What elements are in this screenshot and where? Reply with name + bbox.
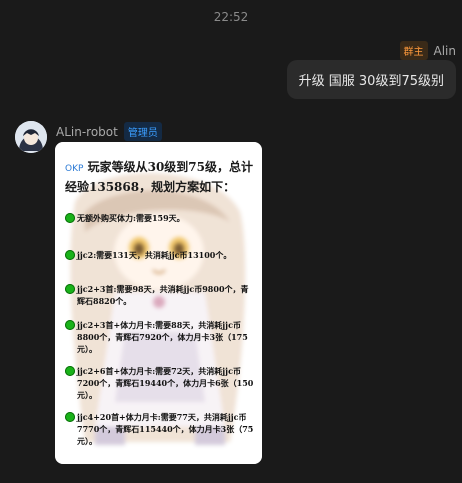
received-message-header: ALin-robot 管理员 [56, 122, 162, 141]
green-dot-icon [65, 250, 75, 260]
image-tag: OKP [65, 164, 84, 174]
plan-item: jjc2+3首:需要98天，共消耗jjc币9800个，青辉石8820个。 [65, 283, 254, 307]
image-title: OKP 玩家等级从30级到75级，总计经验135868，规划方案如下： [65, 160, 254, 194]
green-dot-icon [65, 412, 75, 422]
timestamp: 22:52 [213, 10, 249, 24]
plan-item: jjc4+20首+体力月卡:需要77天，共消耗jjc币7770个，青辉石1154… [65, 411, 254, 447]
sender-name[interactable]: ALin-robot [56, 125, 118, 139]
sent-message-header: 群主 Alin [399, 41, 456, 60]
admin-badge: 管理员 [123, 122, 162, 141]
robot-avatar[interactable] [15, 121, 47, 153]
green-dot-icon [65, 213, 75, 223]
sent-message-bubble[interactable]: 升级 国服 30级到75级别 [286, 60, 456, 99]
plan-item: jjc2+3首+体力月卡:需要88天，共消耗jjc币8800个，青辉石7920个… [65, 319, 254, 355]
image-text-content: OKP 玩家等级从30级到75级，总计经验135868，规划方案如下： 无额外购… [55, 142, 262, 464]
green-dot-icon [65, 320, 75, 330]
green-dot-icon [65, 366, 75, 376]
sender-name[interactable]: Alin [434, 44, 456, 58]
group-owner-badge: 群主 [399, 41, 428, 60]
plan-item: jjc2+6首+体力月卡:需要72天，共消耗jjc币7200个，青辉石19440… [65, 365, 254, 401]
plan-item: jjc2:需要131天，共消耗jjc币13100个。 [65, 249, 254, 261]
green-dot-icon [65, 284, 75, 294]
plan-item: 无额外购买体力:需要159天。 [65, 212, 254, 224]
image-message[interactable]: OKP 玩家等级从30级到75级，总计经验135868，规划方案如下： 无额外购… [55, 142, 262, 464]
